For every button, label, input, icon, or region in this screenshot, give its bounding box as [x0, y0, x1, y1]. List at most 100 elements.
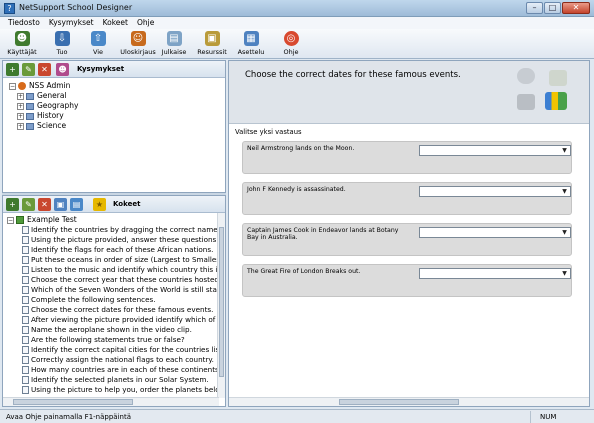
maximize-button[interactable]: □	[544, 2, 561, 14]
help-button[interactable]: ◎ Ohje	[271, 31, 311, 56]
question-title: Choose the correct dates for these famou…	[245, 70, 461, 80]
status-message: Avaa Ohje painamalla F1-näppäintä	[6, 413, 131, 421]
date-dropdown[interactable]: ▼	[419, 227, 571, 238]
tree-root[interactable]: − NSS Admin	[9, 81, 78, 91]
question-doc-icon	[22, 316, 29, 324]
answer-row: Captain James Cook in Endeavor lands at …	[242, 223, 572, 256]
test-icon	[16, 216, 24, 224]
question-doc-icon	[22, 276, 29, 284]
edit-question-icon[interactable]: ✎	[22, 63, 35, 76]
test-root[interactable]: − Example Test	[7, 215, 217, 225]
question-doc-icon	[22, 256, 29, 264]
export-button[interactable]: ⇧ Vie	[78, 31, 118, 56]
tree-folder[interactable]: + History	[9, 111, 78, 121]
add-question-icon[interactable]: +	[6, 63, 19, 76]
list-item[interactable]: Identify the selected planets in our Sol…	[7, 375, 217, 385]
list-item[interactable]: Choose the correct dates for these famou…	[7, 305, 217, 315]
tests-pane-title: Kokeet	[113, 200, 141, 208]
menu-tests[interactable]: Kokeet	[103, 17, 128, 29]
tree-folder[interactable]: + Science	[9, 121, 78, 131]
add-test-icon[interactable]: +	[6, 198, 19, 211]
list-item[interactable]: Correctly assign the national flags to e…	[7, 355, 217, 365]
list-item[interactable]: Name the aeroplane shown in the video cl…	[7, 325, 217, 335]
list-item[interactable]: Listen to the music and identify which c…	[7, 265, 217, 275]
folder-icon	[26, 102, 34, 110]
question-doc-icon	[22, 346, 29, 354]
question-doc-icon	[22, 366, 29, 374]
app-icon: ?	[4, 3, 15, 14]
collapse-icon[interactable]: −	[9, 82, 16, 90]
list-item[interactable]: How many countries are in each of these …	[7, 365, 217, 375]
list-item[interactable]: Which of the Seven Wonders of the World …	[7, 285, 217, 295]
list-item[interactable]: Are the following statements true or fal…	[7, 335, 217, 345]
question-header: Choose the correct dates for these famou…	[229, 61, 589, 124]
star-icon[interactable]: ★	[93, 198, 106, 211]
books-icon[interactable]	[545, 92, 567, 110]
expand-icon[interactable]: +	[17, 112, 24, 120]
folder-icon	[26, 112, 34, 120]
tests-horizontal-scrollbar[interactable]	[3, 397, 219, 406]
list-item[interactable]: Identify the countries by dragging the c…	[7, 225, 217, 235]
status-separator	[530, 411, 531, 423]
chevron-down-icon[interactable]: ▼	[560, 188, 569, 195]
chevron-down-icon[interactable]: ▼	[560, 270, 569, 277]
scrollbar-thumb[interactable]	[219, 227, 224, 377]
list-item[interactable]: Choose the correct year that these count…	[7, 275, 217, 285]
date-dropdown[interactable]: ▼	[419, 268, 571, 279]
layout-button[interactable]: ▦ Asettelu	[231, 31, 271, 56]
expand-icon[interactable]: +	[17, 122, 24, 130]
toolbar: ☻ Käyttäjät ⇩ Tuo ⇧ Vie ☺ Uloskirjaus ▤ …	[0, 29, 594, 59]
delete-test-icon[interactable]: ✕	[38, 198, 51, 211]
export-icon: ⇧	[90, 31, 106, 46]
list-item[interactable]: Identify the flags for each of these Afr…	[7, 245, 217, 255]
import-button[interactable]: ⇩ Tuo	[42, 31, 82, 56]
chevron-down-icon[interactable]: ▼	[560, 229, 569, 236]
list-item[interactable]: Complete the following sentences.	[7, 295, 217, 305]
scrollbar-thumb[interactable]	[13, 399, 133, 405]
publish-button[interactable]: ▤ Julkaise	[154, 31, 194, 56]
tests-tree: − Example Test Identify the countries by…	[7, 215, 217, 395]
close-button[interactable]: ✕	[562, 2, 590, 14]
answer-row: The Great Fire of London Breaks out. ▼	[242, 264, 572, 297]
collapse-icon[interactable]: −	[7, 216, 14, 224]
folder-icon	[26, 122, 34, 130]
list-item[interactable]: Using the picture provided, answer these…	[7, 235, 217, 245]
list-item[interactable]: Put these oceans in order of size (Large…	[7, 255, 217, 265]
minimize-button[interactable]: –	[526, 2, 543, 14]
users-icon: ☻	[14, 31, 30, 46]
date-dropdown[interactable]: ▼	[419, 186, 571, 197]
menu-file[interactable]: Tiedosto	[8, 17, 40, 29]
menu-bar: Tiedosto Kysymykset Kokeet Ohje	[0, 17, 594, 29]
resources-button[interactable]: ▣ Resurssit	[192, 31, 232, 56]
audio-icon[interactable]	[517, 68, 535, 84]
expand-icon[interactable]: +	[17, 92, 24, 100]
chevron-down-icon[interactable]: ▼	[560, 147, 569, 154]
date-dropdown[interactable]: ▼	[419, 145, 571, 156]
question-doc-icon	[22, 376, 29, 384]
preview-horizontal-scrollbar[interactable]	[229, 397, 589, 406]
email-icon[interactable]	[549, 70, 567, 86]
print-test-icon[interactable]: ▤	[70, 198, 83, 211]
edit-test-icon[interactable]: ✎	[22, 198, 35, 211]
scrollbar-thumb[interactable]	[339, 399, 459, 405]
tree-folder[interactable]: + Geography	[9, 101, 78, 111]
video-icon[interactable]	[517, 94, 535, 110]
menu-questions[interactable]: Kysymykset	[49, 17, 94, 29]
list-item[interactable]: Using the picture to help you, order the…	[7, 385, 217, 395]
tree-folder[interactable]: + General	[9, 91, 78, 101]
tests-pane-header: + ✎ ✕ ▣ ▤ ★ Kokeet	[3, 196, 225, 213]
menu-help[interactable]: Ohje	[137, 17, 154, 29]
tests-vertical-scrollbar[interactable]	[217, 213, 225, 398]
users-button[interactable]: ☻ Käyttäjät	[2, 31, 42, 56]
question-doc-icon	[22, 226, 29, 234]
list-item[interactable]: After viewing the picture provided ident…	[7, 315, 217, 325]
expand-icon[interactable]: +	[17, 102, 24, 110]
delete-question-icon[interactable]: ✕	[38, 63, 51, 76]
preview-test-icon[interactable]: ▣	[54, 198, 67, 211]
question-doc-icon	[22, 326, 29, 334]
logout-button[interactable]: ☺ Uloskirjaus	[118, 31, 158, 56]
list-item[interactable]: Identify the correct capital cities for …	[7, 345, 217, 355]
questions-tree: − NSS Admin + General + Geography + History…	[9, 81, 78, 131]
users-group-icon[interactable]: ☻	[56, 63, 69, 76]
question-doc-icon	[22, 266, 29, 274]
